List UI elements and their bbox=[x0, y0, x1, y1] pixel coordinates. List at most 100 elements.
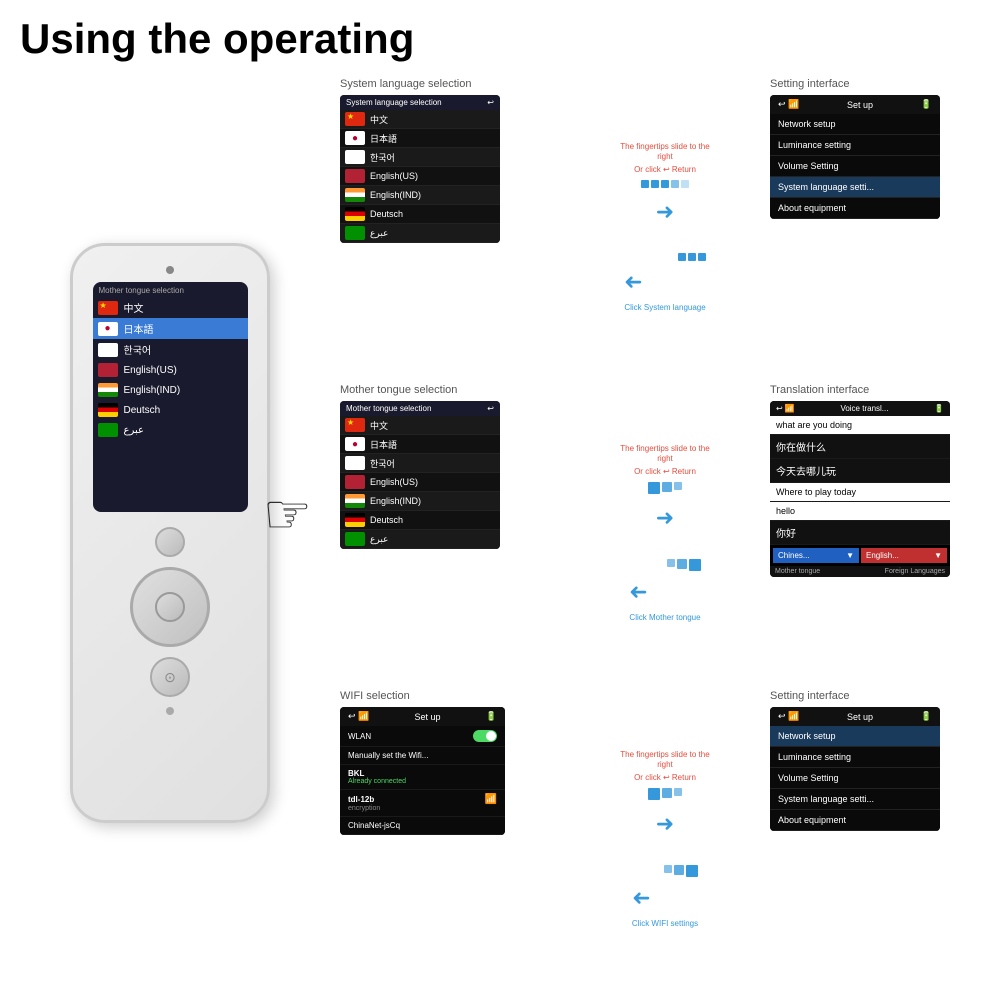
translator-device: Mother tongue selection 中文 日本語 한국어 bbox=[70, 243, 270, 823]
setting1-row-lum[interactable]: Luminance setting bbox=[770, 135, 940, 156]
setting3-row-network[interactable]: Network setup bbox=[770, 726, 940, 747]
wifi-screen: ↩ 📶 Set up 🔋 WLAN Manually set the Wifi.… bbox=[340, 707, 505, 835]
flag-ar-s2 bbox=[345, 532, 365, 546]
page-title: Using the operating bbox=[0, 0, 1000, 73]
system-lang-label: System language selection bbox=[340, 78, 560, 90]
device-dpad-center bbox=[155, 592, 185, 622]
flag-jp-s2 bbox=[345, 437, 365, 451]
mt-row-kr: 한국어 bbox=[340, 454, 500, 473]
screen-label: Mother tongue selection bbox=[93, 282, 248, 297]
screen-row-ar: عبرع bbox=[93, 420, 248, 440]
setting3-label: Setting interface bbox=[770, 690, 980, 702]
section1-annotation: The fingertips slide to the right Or cli… bbox=[568, 78, 762, 376]
setting3-screen: ↩ 📶 Set up 🔋 Network setup Luminance set… bbox=[770, 707, 940, 831]
device-section: Mother tongue selection 中文 日本語 한국어 bbox=[10, 73, 330, 993]
mother-tongue-screen: Mother tongue selection ↩ 中文 日本語 한국어 bbox=[340, 401, 500, 549]
screen-row-cn: 中文 bbox=[93, 297, 248, 318]
flag-cn bbox=[98, 301, 118, 315]
setting1-row-lang[interactable]: System language setti... bbox=[770, 177, 940, 198]
lang-row-in1: English(IND) bbox=[340, 186, 500, 205]
blue-dots-left-3 bbox=[632, 865, 698, 877]
arrow-right-3: ➜ bbox=[656, 811, 674, 837]
mother-tongue-panel: Mother tongue selection Mother tongue se… bbox=[340, 384, 560, 682]
lang-footer-labels: Mother tongue Foreign Languages bbox=[770, 566, 950, 577]
flag-us bbox=[98, 363, 118, 377]
trans-row-1: what are you doing bbox=[770, 416, 950, 435]
flag-kr bbox=[98, 343, 118, 357]
translation-label: Translation interface bbox=[770, 384, 980, 396]
setting3-row-lang[interactable]: System language setti... bbox=[770, 789, 940, 810]
device-screen: Mother tongue selection 中文 日本語 한국어 bbox=[93, 282, 248, 512]
setting3-row-vol[interactable]: Volume Setting bbox=[770, 768, 940, 789]
annotation-right-1: The fingertips slide to the right Or cli… bbox=[620, 142, 710, 231]
setting3-row-about[interactable]: About equipment bbox=[770, 810, 940, 831]
system-lang-screen: System language selection ↩ 中文 日本語 한국어 bbox=[340, 95, 500, 243]
translation-screen: ↩ 📶 Voice transl... 🔋 what are you doing… bbox=[770, 401, 950, 577]
wifi-panel: WIFI selection ↩ 📶 Set up 🔋 WLAN Manuall… bbox=[340, 690, 560, 988]
flag-ar bbox=[98, 423, 118, 437]
lang-row-kr1: 한국어 bbox=[340, 148, 500, 167]
mt-row-de: Deutsch bbox=[340, 511, 500, 530]
wifi-bkl-row: BKL Already connected bbox=[340, 765, 505, 790]
lang-row-cn1: 中文 bbox=[340, 110, 500, 129]
lang-row-de1: Deutsch bbox=[340, 205, 500, 224]
flag-de-s1 bbox=[345, 207, 365, 221]
device-dot bbox=[166, 707, 174, 715]
lang-row-us1: English(US) bbox=[340, 167, 500, 186]
flag-kr-s2 bbox=[345, 456, 365, 470]
lang-row-jp1: 日本語 bbox=[340, 129, 500, 148]
mother-tongue-header: Mother tongue selection ↩ bbox=[340, 401, 500, 416]
section2-annotation: The fingertips slide to the right Or cli… bbox=[568, 384, 762, 682]
arrow-left-2: ➜ Click Mother tongue bbox=[629, 556, 700, 622]
mt-row-cn: 中文 bbox=[340, 416, 500, 435]
setting1-row-network[interactable]: Network setup bbox=[770, 114, 940, 135]
trans-row-6: 你好 bbox=[770, 521, 950, 545]
screen-row-in: English(IND) bbox=[93, 380, 248, 400]
trans-footer: Chines... ▼ English... ▼ bbox=[770, 545, 950, 566]
section3-annotation: The fingertips slide to the right Or cli… bbox=[568, 690, 762, 988]
system-lang-header: System language selection ↩ bbox=[340, 95, 500, 110]
blue-dots-right-2 bbox=[648, 482, 682, 494]
system-lang-panel: System language selection System languag… bbox=[340, 78, 560, 376]
setting1-row-about[interactable]: About equipment bbox=[770, 198, 940, 219]
arrow-left-3: ➜ Click WIFI settings bbox=[632, 862, 698, 928]
device-bottom-btn[interactable]: ⊙ bbox=[150, 657, 190, 697]
flag-in bbox=[98, 383, 118, 397]
trans-row-3: 今天去哪儿玩 bbox=[770, 459, 950, 483]
setting1-row-vol[interactable]: Volume Setting bbox=[770, 156, 940, 177]
mt-row-ar: عبرع bbox=[340, 530, 500, 549]
flag-cn-s2 bbox=[345, 418, 365, 432]
mt-row-in: English(IND) bbox=[340, 492, 500, 511]
lang-row-ar1: عبرع bbox=[340, 224, 500, 243]
flag-de bbox=[98, 403, 118, 417]
wifi-chinanet-row: ChinaNet-jsCq bbox=[340, 817, 505, 835]
flag-de-s2 bbox=[345, 513, 365, 527]
flag-cn-s1 bbox=[345, 112, 365, 126]
translation-panel: Translation interface ↩ 📶 Voice transl..… bbox=[770, 384, 980, 682]
blue-dots-right-1 bbox=[641, 180, 689, 188]
flag-us-s2 bbox=[345, 475, 365, 489]
setting1-header: ↩ 📶 Set up 🔋 bbox=[770, 95, 940, 114]
english-lang-btn[interactable]: English... ▼ bbox=[861, 548, 947, 563]
device-dpad[interactable] bbox=[130, 567, 210, 647]
setting3-row-lum[interactable]: Luminance setting bbox=[770, 747, 940, 768]
screen-row-de: Deutsch bbox=[93, 400, 248, 420]
trans-row-5: hello bbox=[770, 502, 950, 521]
blue-dots-left-2 bbox=[629, 559, 700, 571]
flag-jp-s1 bbox=[345, 131, 365, 145]
setting3-panel: Setting interface ↩ 📶 Set up 🔋 Network s… bbox=[770, 690, 980, 988]
annotation-right-3: The fingertips slide to the right Or cli… bbox=[620, 750, 710, 843]
device-power-btn[interactable] bbox=[155, 527, 185, 557]
arrow-left-1: ➜ Click System language bbox=[624, 250, 705, 312]
annotation-right-2: The fingertips slide to the right Or cli… bbox=[620, 444, 710, 537]
flag-kr-s1 bbox=[345, 150, 365, 164]
mt-row-jp: 日本語 bbox=[340, 435, 500, 454]
wifi-toggle[interactable] bbox=[473, 730, 497, 742]
screen-row-us: English(US) bbox=[93, 360, 248, 380]
flag-in-s1 bbox=[345, 188, 365, 202]
mt-row-us: English(US) bbox=[340, 473, 500, 492]
chinese-lang-btn[interactable]: Chines... ▼ bbox=[773, 548, 859, 563]
wifi-header: ↩ 📶 Set up 🔋 bbox=[340, 707, 505, 726]
wifi-wlan-row: WLAN bbox=[340, 726, 505, 747]
trans-row-4: Where to play today bbox=[770, 483, 950, 502]
